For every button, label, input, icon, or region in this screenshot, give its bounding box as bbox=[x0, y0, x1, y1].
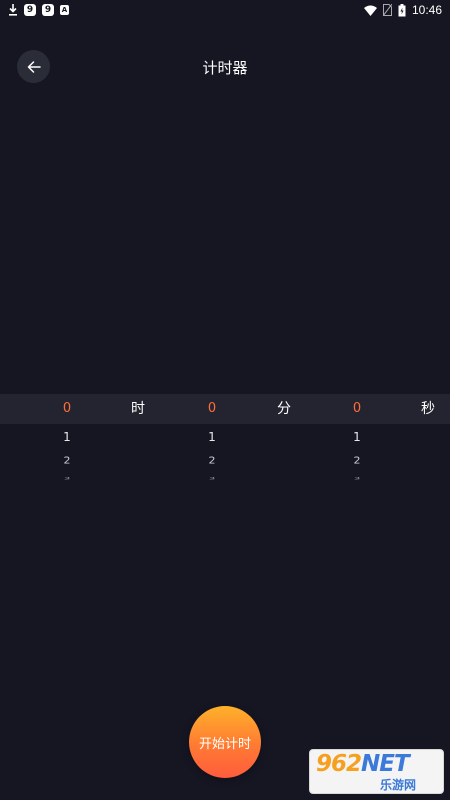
download-icon bbox=[8, 4, 18, 16]
minutes-option[interactable]: 1 bbox=[197, 423, 227, 451]
watermark-number: 962 bbox=[316, 751, 362, 777]
page-title: 计时器 bbox=[202, 59, 248, 77]
site-watermark-logo: 962NET 乐游网 bbox=[309, 749, 444, 794]
status-bar-left: 9 9 A bbox=[8, 4, 69, 16]
timer-screen: 9 9 A 10:46 计时器 0 时 0 分 0 秒 1 1 1 2 2 2 … bbox=[0, 0, 450, 800]
minutes-option[interactable]: 3 bbox=[197, 476, 227, 482]
hours-unit-label: 时 bbox=[131, 401, 145, 417]
notification-badge-2: 9 bbox=[42, 4, 54, 16]
seconds-unit-label: 秒 bbox=[421, 401, 435, 417]
minutes-selected-value[interactable]: 0 bbox=[197, 394, 227, 424]
seconds-option[interactable]: 2 bbox=[342, 452, 372, 471]
hours-option[interactable]: 2 bbox=[52, 452, 82, 471]
minutes-unit-label: 分 bbox=[277, 401, 291, 417]
status-bar: 9 9 A 10:46 bbox=[0, 0, 450, 20]
picker-option-row-1[interactable]: 1 1 1 bbox=[0, 423, 450, 451]
wifi-icon bbox=[363, 5, 377, 16]
battery-icon bbox=[398, 3, 406, 17]
minutes-option[interactable]: 2 bbox=[197, 452, 227, 471]
status-time: 10:46 bbox=[411, 3, 442, 17]
watermark-suffix: NET bbox=[361, 751, 410, 777]
notification-badge-1: 9 bbox=[24, 4, 36, 16]
notification-badge-3: A bbox=[60, 5, 69, 15]
picker-option-row-2[interactable]: 2 2 2 bbox=[0, 450, 450, 472]
no-sim-icon bbox=[382, 4, 392, 16]
hours-selected-value[interactable]: 0 bbox=[52, 394, 82, 424]
hours-option[interactable]: 1 bbox=[52, 423, 82, 451]
watermark-caption: 乐游网 bbox=[380, 778, 417, 792]
start-timer-button[interactable]: 开始计时 bbox=[189, 706, 261, 778]
seconds-option[interactable]: 1 bbox=[342, 423, 372, 451]
watermark-wordmark: 962NET bbox=[316, 751, 410, 777]
status-bar-right: 10:46 bbox=[363, 3, 442, 17]
seconds-option[interactable]: 3 bbox=[342, 476, 372, 482]
hours-option[interactable]: 3 bbox=[52, 476, 82, 482]
picker-option-row-3[interactable]: 3 3 3 bbox=[0, 471, 450, 487]
seconds-selected-value[interactable]: 0 bbox=[342, 394, 372, 424]
picker-selected-row[interactable]: 0 时 0 分 0 秒 bbox=[0, 394, 450, 424]
